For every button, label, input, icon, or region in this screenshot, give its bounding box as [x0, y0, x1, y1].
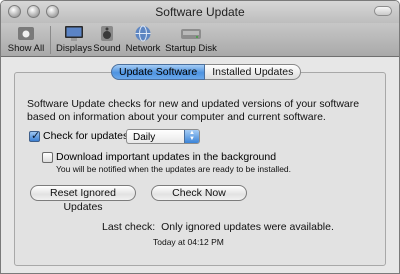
tab-installed-updates[interactable]: Installed Updates — [205, 64, 302, 80]
download-background-checkbox[interactable] — [42, 152, 53, 163]
software-update-window: Software Update Show All Displays Sound … — [0, 0, 400, 274]
last-check-time: Today at 04:12 PM — [153, 237, 224, 247]
last-check-status: Last check: Only ignored updates were ava… — [102, 221, 334, 233]
chevron-updown-icon: ▲ ▼ — [184, 130, 199, 143]
toolbar-network[interactable]: Network — [126, 23, 160, 57]
download-note: You will be notified when the updates ar… — [56, 164, 292, 174]
apple-grid-icon — [18, 27, 34, 40]
display-icon — [65, 26, 83, 41]
toolbar-toggle-button[interactable] — [374, 6, 392, 16]
network-globe-icon — [135, 25, 151, 42]
toolbar-startup-disk[interactable]: Startup Disk — [165, 23, 217, 57]
title-bar: Software Update — [1, 1, 399, 23]
download-background-label: Download important updates in the backgr… — [56, 151, 277, 163]
window-title: Software Update — [155, 5, 245, 19]
check-for-updates-label: Check for updates: — [43, 130, 132, 142]
toolbar: Show All Displays Sound Network Startup … — [1, 23, 399, 57]
checkmark-icon: ✓ — [31, 130, 41, 142]
tab-update-software[interactable]: Update Software — [111, 64, 206, 80]
toolbar-label: Startup Disk — [165, 43, 217, 54]
last-check-label: Last check: — [102, 221, 156, 233]
check-for-updates-checkbox[interactable]: ✓ — [29, 130, 41, 142]
hard-disk-icon — [181, 29, 201, 39]
speaker-icon — [101, 26, 113, 41]
last-check-value: Only ignored updates were available. — [161, 221, 334, 233]
reset-ignored-updates-button[interactable]: Reset Ignored Updates — [30, 185, 136, 213]
update-frequency-select[interactable]: Daily ▲ ▼ — [126, 129, 200, 144]
tab-bar: Update Software Installed Updates — [111, 64, 302, 80]
check-now-button[interactable]: Check Now — [151, 185, 247, 201]
update-frequency-value: Daily — [133, 132, 156, 143]
toolbar-show-all[interactable]: Show All — [6, 23, 46, 57]
description-text: Software Update checks for new and updat… — [27, 98, 360, 123]
